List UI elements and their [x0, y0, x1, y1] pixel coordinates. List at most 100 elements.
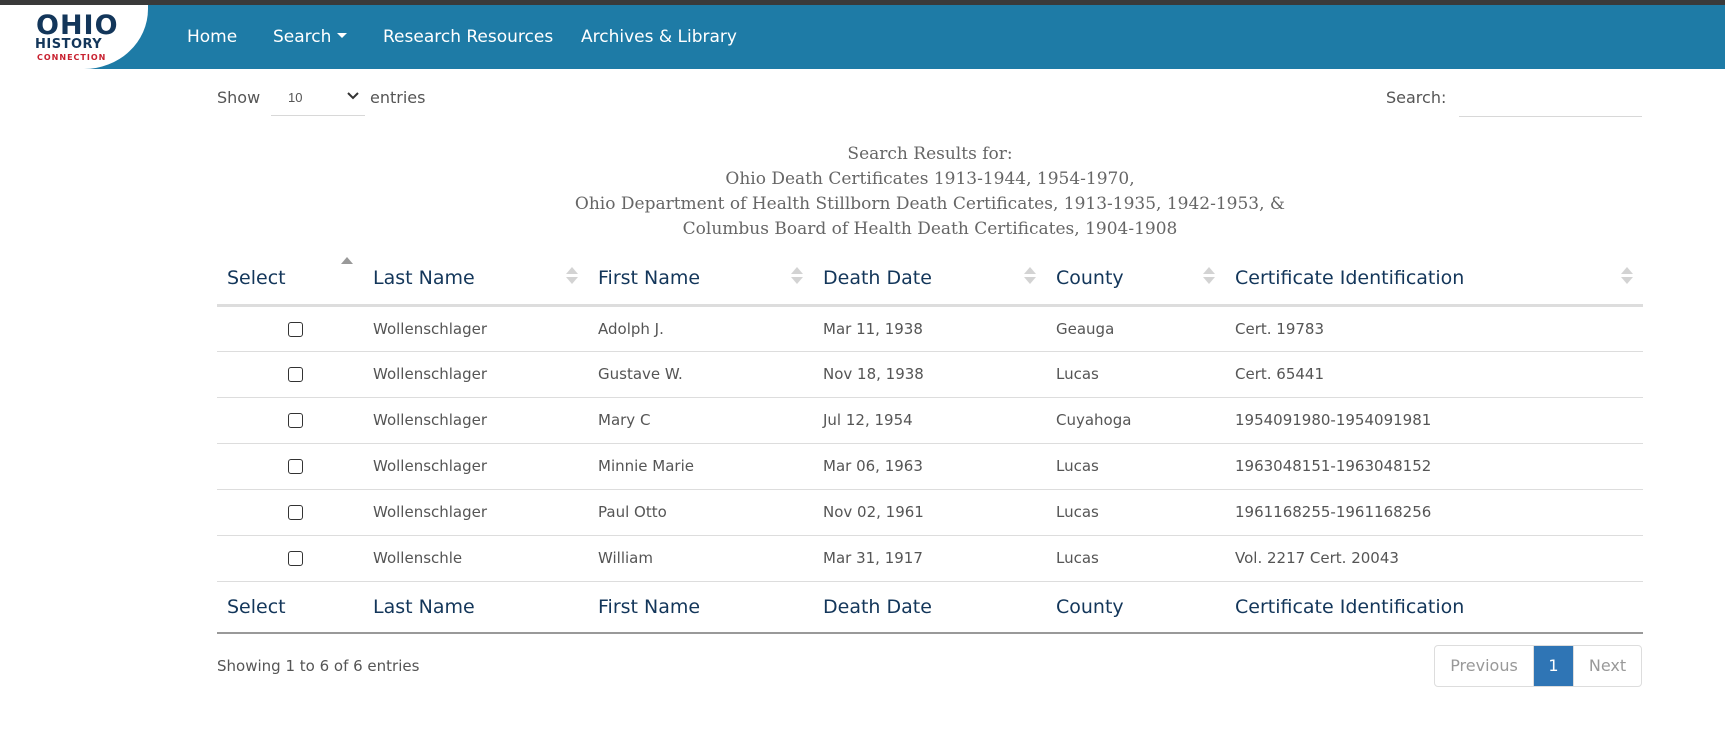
sort-icon — [791, 267, 803, 287]
results-table: Select Last Name First Name Death Date C… — [217, 253, 1643, 634]
select-cell — [217, 350, 363, 397]
column-header-label: Select — [227, 267, 286, 290]
select-cell — [217, 534, 363, 581]
select-cell — [217, 305, 363, 351]
caret-down-icon — [337, 32, 348, 38]
last-name-cell: Wollenschlager — [363, 350, 588, 397]
table-header-row: Select Last Name First Name Death Date C… — [217, 253, 1643, 307]
last-name-cell: Wollenschlager — [373, 319, 488, 338]
nav-research-resources[interactable]: Research Resources — [383, 27, 553, 47]
first-name-cell: Gustave W. — [588, 350, 813, 397]
first-name-cell: Minnie Marie — [588, 442, 813, 489]
column-header-select[interactable]: Select — [217, 253, 363, 307]
table-footer-row: Select Last Name First Name Death Date C… — [217, 580, 1643, 634]
sort-icon — [1203, 267, 1215, 287]
table-row: Wollenschlager Gustave W. Nov 18, 1938 Luca… — [217, 350, 1643, 397]
previous-page-button[interactable]: Previous — [1435, 646, 1534, 686]
footer-label-county: County — [1046, 580, 1225, 634]
column-header-label: First Name — [598, 267, 701, 290]
select-cell — [217, 488, 363, 535]
search-input[interactable] — [1459, 82, 1642, 117]
entries-per-page-select[interactable]: 10 — [271, 82, 365, 116]
row-select-checkbox[interactable] — [287, 551, 303, 566]
footer-label-death-date: Death Date — [813, 580, 1046, 634]
last-name-cell: Wollenschlager — [363, 442, 588, 489]
certificate-id-cell: 1961168255-1961168256 — [1225, 488, 1643, 535]
pagination: Previous 1 Next — [1434, 645, 1642, 687]
column-header-label: Death Date — [823, 267, 932, 290]
footer-label-certificate-identification: Certificate Identification — [1225, 580, 1643, 634]
search-label: Search: — [1386, 88, 1447, 107]
last-name-cell: Wollenschle — [363, 534, 588, 581]
column-header-label: Last Name — [373, 267, 475, 290]
column-header-label: Certificate Identification — [1235, 267, 1465, 290]
county-cell: Geauga — [1056, 319, 1115, 338]
logo-text-ohio: OHIO — [36, 10, 119, 41]
death-date-cell: Nov 02, 1961 — [813, 488, 1046, 535]
table-info: Showing 1 to 6 of 6 entries — [217, 657, 420, 675]
column-header-label: County — [1056, 267, 1124, 290]
sort-icon — [1024, 267, 1036, 287]
county-cell: Lucas — [1046, 488, 1225, 535]
first-name-cell: Mary C — [588, 396, 813, 443]
certificate-id-cell: 1954091980-1954091981 — [1225, 396, 1643, 443]
certificate-id-cell: Cert. 65441 — [1225, 350, 1643, 397]
table-row: Wollenschle William Mar 31, 1917 Lucas Vol. … — [217, 534, 1643, 581]
column-header-last-name[interactable]: Last Name — [363, 253, 588, 307]
county-cell: Lucas — [1046, 442, 1225, 489]
row-select-checkbox[interactable] — [287, 505, 303, 520]
select-cell — [217, 396, 363, 443]
county-cell: Cuyahoga — [1046, 396, 1225, 443]
nav-search[interactable]: Search — [273, 27, 348, 47]
column-header-death-date[interactable]: Death Date — [813, 253, 1046, 307]
results-title-line-2: Ohio Death Certificates 1913-1944, 1954-… — [725, 169, 1135, 189]
navbar — [0, 5, 1725, 69]
footer-label-last-name: Last Name — [363, 580, 588, 634]
column-header-first-name[interactable]: First Name — [588, 253, 813, 307]
next-page-button[interactable]: Next — [1573, 646, 1641, 686]
last-name-cell: Wollenschlager — [363, 488, 588, 535]
table-row: Wollenschlager Minnie Marie Mar 06, 1963 Lu… — [217, 442, 1643, 489]
footer-label-first-name: First Name — [588, 580, 813, 634]
logo-text-history: HISTORY — [35, 37, 103, 52]
nav-home[interactable]: Home — [187, 27, 237, 47]
county-cell: Lucas — [1046, 534, 1225, 581]
row-select-checkbox[interactable] — [287, 321, 303, 337]
nav-archives-library[interactable]: Archives & Library — [581, 27, 737, 47]
footer-label-select: Select — [217, 580, 363, 634]
column-header-certificate-identification[interactable]: Certificate Identification — [1225, 253, 1643, 307]
row-select-checkbox[interactable] — [287, 367, 303, 382]
first-name-cell: Adolph J. — [598, 319, 664, 338]
entries-label: entries — [370, 88, 426, 107]
entries-per-page-value: 10 — [288, 90, 303, 105]
sort-icon — [1621, 267, 1633, 287]
sort-ascending-icon — [341, 257, 353, 264]
death-date-cell: Mar 11, 1938 — [823, 319, 923, 338]
nav-search-label: Search — [273, 27, 332, 47]
chevron-down-icon — [347, 89, 359, 104]
death-date-cell: Mar 06, 1963 — [813, 442, 1046, 489]
last-name-cell: Wollenschlager — [363, 396, 588, 443]
column-header-county[interactable]: County — [1046, 253, 1225, 307]
select-cell — [217, 442, 363, 489]
table-row: Wollenschlager Mary C Jul 12, 1954 Cuyahoga… — [217, 396, 1643, 443]
first-name-cell: William — [588, 534, 813, 581]
sort-icon — [566, 267, 578, 287]
certificate-id-cell: 1963048151-1963048152 — [1225, 442, 1643, 489]
county-cell: Lucas — [1046, 350, 1225, 397]
certificate-id-cell: Cert. 19783 — [1235, 319, 1325, 338]
certificate-id-cell: Vol. 2217 Cert. 20043 — [1225, 534, 1643, 581]
death-date-cell: Nov 18, 1938 — [813, 350, 1046, 397]
results-title-line-4: Columbus Board of Health Death Certifica… — [682, 219, 1178, 239]
row-select-checkbox[interactable] — [287, 459, 303, 474]
table-row: Wollenschlager Paul Otto Nov 02, 1961 Lucas… — [217, 488, 1643, 535]
row-select-checkbox[interactable] — [287, 413, 303, 428]
logo-text-connection: CONNECTION — [37, 53, 107, 62]
results-title-line-1: Search Results for: — [847, 144, 1013, 164]
death-date-cell: Jul 12, 1954 — [813, 396, 1046, 443]
show-label: Show — [217, 88, 261, 107]
first-name-cell: Paul Otto — [588, 488, 813, 535]
results-title-line-3: Ohio Department of Health Stillborn Deat… — [574, 194, 1286, 214]
table-row: Wollenschlager Adolph J. Mar 11, 1938 Geaug… — [217, 305, 1643, 351]
page-1-button[interactable]: 1 — [1534, 646, 1573, 686]
